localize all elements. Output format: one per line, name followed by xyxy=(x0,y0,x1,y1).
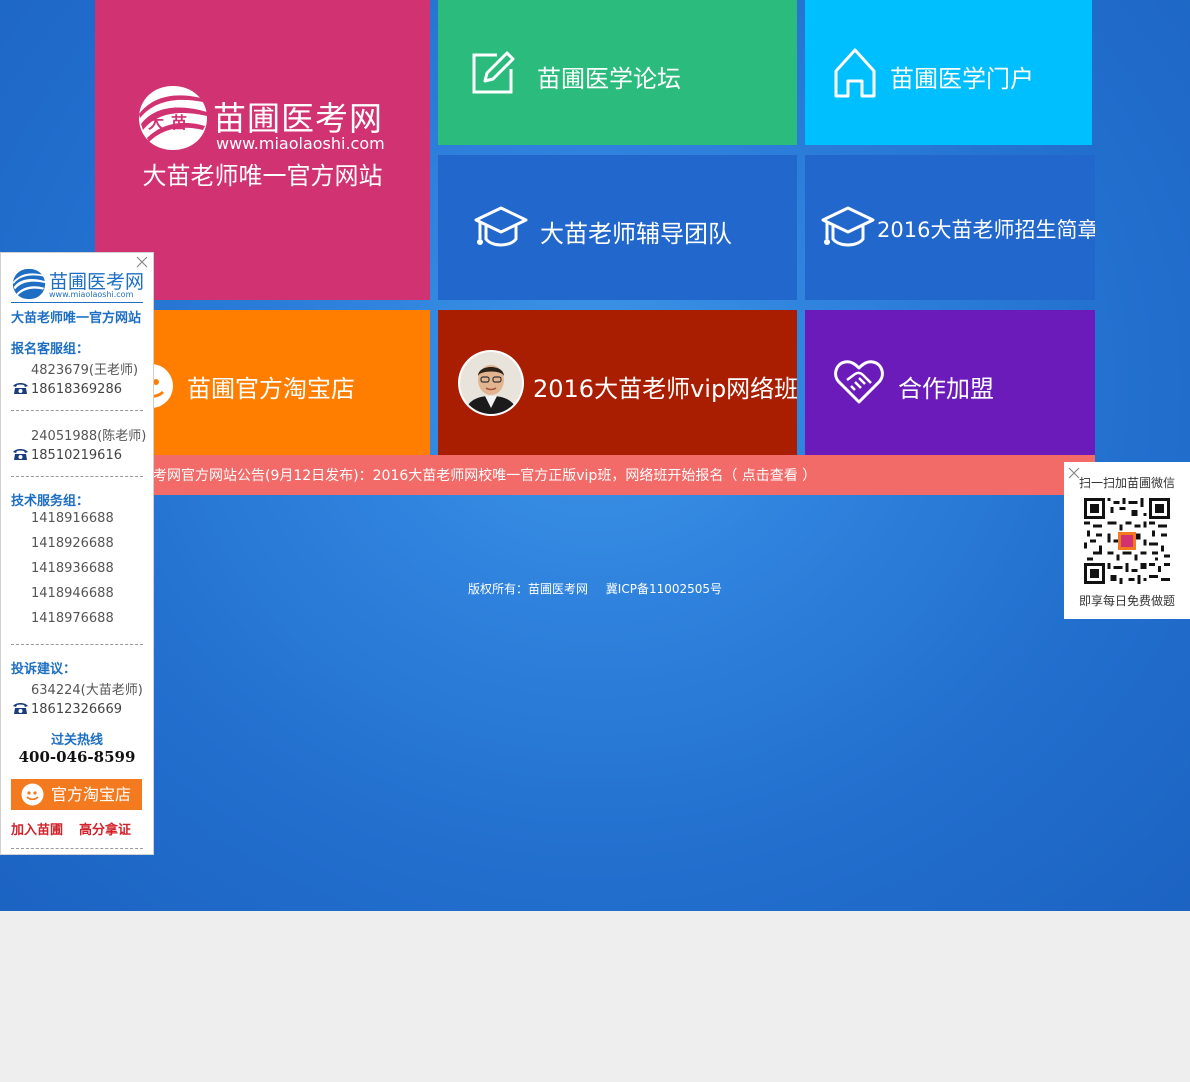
wechat-subtitle: 即享每日免费做题 xyxy=(1078,594,1175,608)
hotline-number: 400-046-8599 xyxy=(18,748,136,766)
tile-join[interactable]: 合作加盟 xyxy=(805,310,1095,455)
tile-portal-label: 苗圃医学门户 xyxy=(890,65,1034,93)
tile-portal[interactable]: 苗圃医学门户 xyxy=(805,0,1092,145)
wechat-title: 扫一扫加苗圃微信 xyxy=(1078,476,1175,490)
brand-mark-icon: 大 苗 xyxy=(139,86,207,150)
footer-icp[interactable]: 冀ICP备11002505号 xyxy=(606,582,722,596)
signup-phone-1: 18618369286 xyxy=(12,381,122,397)
divider xyxy=(11,410,143,411)
signup-qq-2[interactable]: 24051988(陈老师) xyxy=(31,425,146,444)
divider xyxy=(11,848,143,849)
tile-forum-label: 苗圃医学论坛 xyxy=(537,65,681,93)
tile-join-label: 合作加盟 xyxy=(898,375,994,403)
panel-brand-url: www.miaolaoshi.com xyxy=(49,290,134,299)
signup-phone-2-number: 18510219616 xyxy=(31,448,122,463)
phone-icon xyxy=(13,449,28,460)
home-icon xyxy=(834,48,876,98)
tile-team-label: 大苗老师辅导团队 xyxy=(540,220,732,248)
footer-copyright: 版权所有：苗圃医考网 xyxy=(467,582,588,596)
notice-bar[interactable]: 考网官方网站公告(9月12日发布)：2016大苗老师网校唯一官方正版vip班，网… xyxy=(95,455,1095,495)
signup-group-title: 报名客服组： xyxy=(11,342,90,357)
svg-text:大: 大 xyxy=(148,113,164,132)
tile-vip-label: 2016大苗老师vip网络班 xyxy=(533,375,797,403)
hotline-title: 过关热线 xyxy=(50,733,103,748)
signup-qq-1[interactable]: 4823679(王老师) xyxy=(31,359,138,378)
complaint-title: 投诉建议： xyxy=(11,662,77,677)
tile-vip[interactable]: 2016大苗老师vip网络班 xyxy=(438,310,797,455)
taobao-button[interactable]: 官方淘宝店 xyxy=(11,779,142,810)
score-link[interactable]: 高分拿证 xyxy=(79,819,131,838)
brand-slogan: 大苗老师唯一官方网站 xyxy=(142,162,383,190)
teacher-avatar xyxy=(458,350,524,416)
complaint-qq[interactable]: 634224(大苗老师) xyxy=(31,679,143,698)
svg-text:苗: 苗 xyxy=(171,113,187,132)
graduation-cap-icon xyxy=(474,206,528,247)
signup-phone-2: 18510219616 xyxy=(12,447,122,463)
panel-slogan: 大苗老师唯一官方网站 xyxy=(11,311,142,326)
taobao-button-label: 官方淘宝店 xyxy=(51,785,132,804)
left-contact-panel: 苗圃医考网 www.miaolaoshi.com 大苗老师唯一官方网站 报名客服… xyxy=(0,252,154,855)
tech-number[interactable]: 1418926688 xyxy=(31,536,114,551)
join-link[interactable]: 加入苗圃 xyxy=(11,819,63,838)
panel-brand-logo: 苗圃医考网 www.miaolaoshi.com xyxy=(11,267,144,301)
tile-admission[interactable]: 2016大苗老师招生简章 xyxy=(805,155,1095,300)
tile-taobao-label: 苗圃官方淘宝店 xyxy=(187,375,355,403)
tech-number[interactable]: 1418936688 xyxy=(31,561,114,576)
graduation-cap-icon xyxy=(821,206,875,247)
divider xyxy=(11,302,143,303)
brand-name: 苗圃医考网 xyxy=(213,99,383,138)
tech-number[interactable]: 1418916688 xyxy=(31,511,114,526)
tile-team[interactable]: 大苗老师辅导团队 xyxy=(438,155,797,300)
tile-admission-label: 2016大苗老师招生简章 xyxy=(877,218,1095,242)
brand-logo: 大 苗 苗圃医考网 www.miaolaoshi.com xyxy=(135,82,405,156)
brand-mark-icon xyxy=(12,268,46,300)
complaint-phone: 18612326669 xyxy=(12,701,122,717)
tile-forum[interactable]: 苗圃医学论坛 xyxy=(438,0,797,145)
footer: 版权所有：苗圃医考网 冀ICP备11002505号 xyxy=(0,580,1190,597)
tech-number[interactable]: 1418946688 xyxy=(31,586,114,601)
notice-text[interactable]: 考网官方网站公告(9月12日发布)：2016大苗老师网校唯一官方正版vip班，网… xyxy=(153,468,816,484)
divider xyxy=(11,476,143,477)
brand-url: www.miaolaoshi.com xyxy=(216,134,385,153)
phone-icon xyxy=(13,383,28,394)
taobao-icon xyxy=(21,783,44,806)
qr-code xyxy=(1084,498,1170,584)
complaint-phone-number: 18612326669 xyxy=(31,702,122,717)
divider xyxy=(11,644,143,645)
phone-icon xyxy=(13,703,28,714)
tech-number[interactable]: 1418976688 xyxy=(31,611,114,626)
signup-phone-1-number: 18618369286 xyxy=(31,382,122,397)
edit-icon xyxy=(472,51,515,94)
right-wechat-panel: 扫一扫加苗圃微信 即享每日免费做题 xyxy=(1064,462,1190,619)
tech-group-title: 技术服务组： xyxy=(11,494,90,509)
handshake-heart-icon xyxy=(834,360,884,404)
